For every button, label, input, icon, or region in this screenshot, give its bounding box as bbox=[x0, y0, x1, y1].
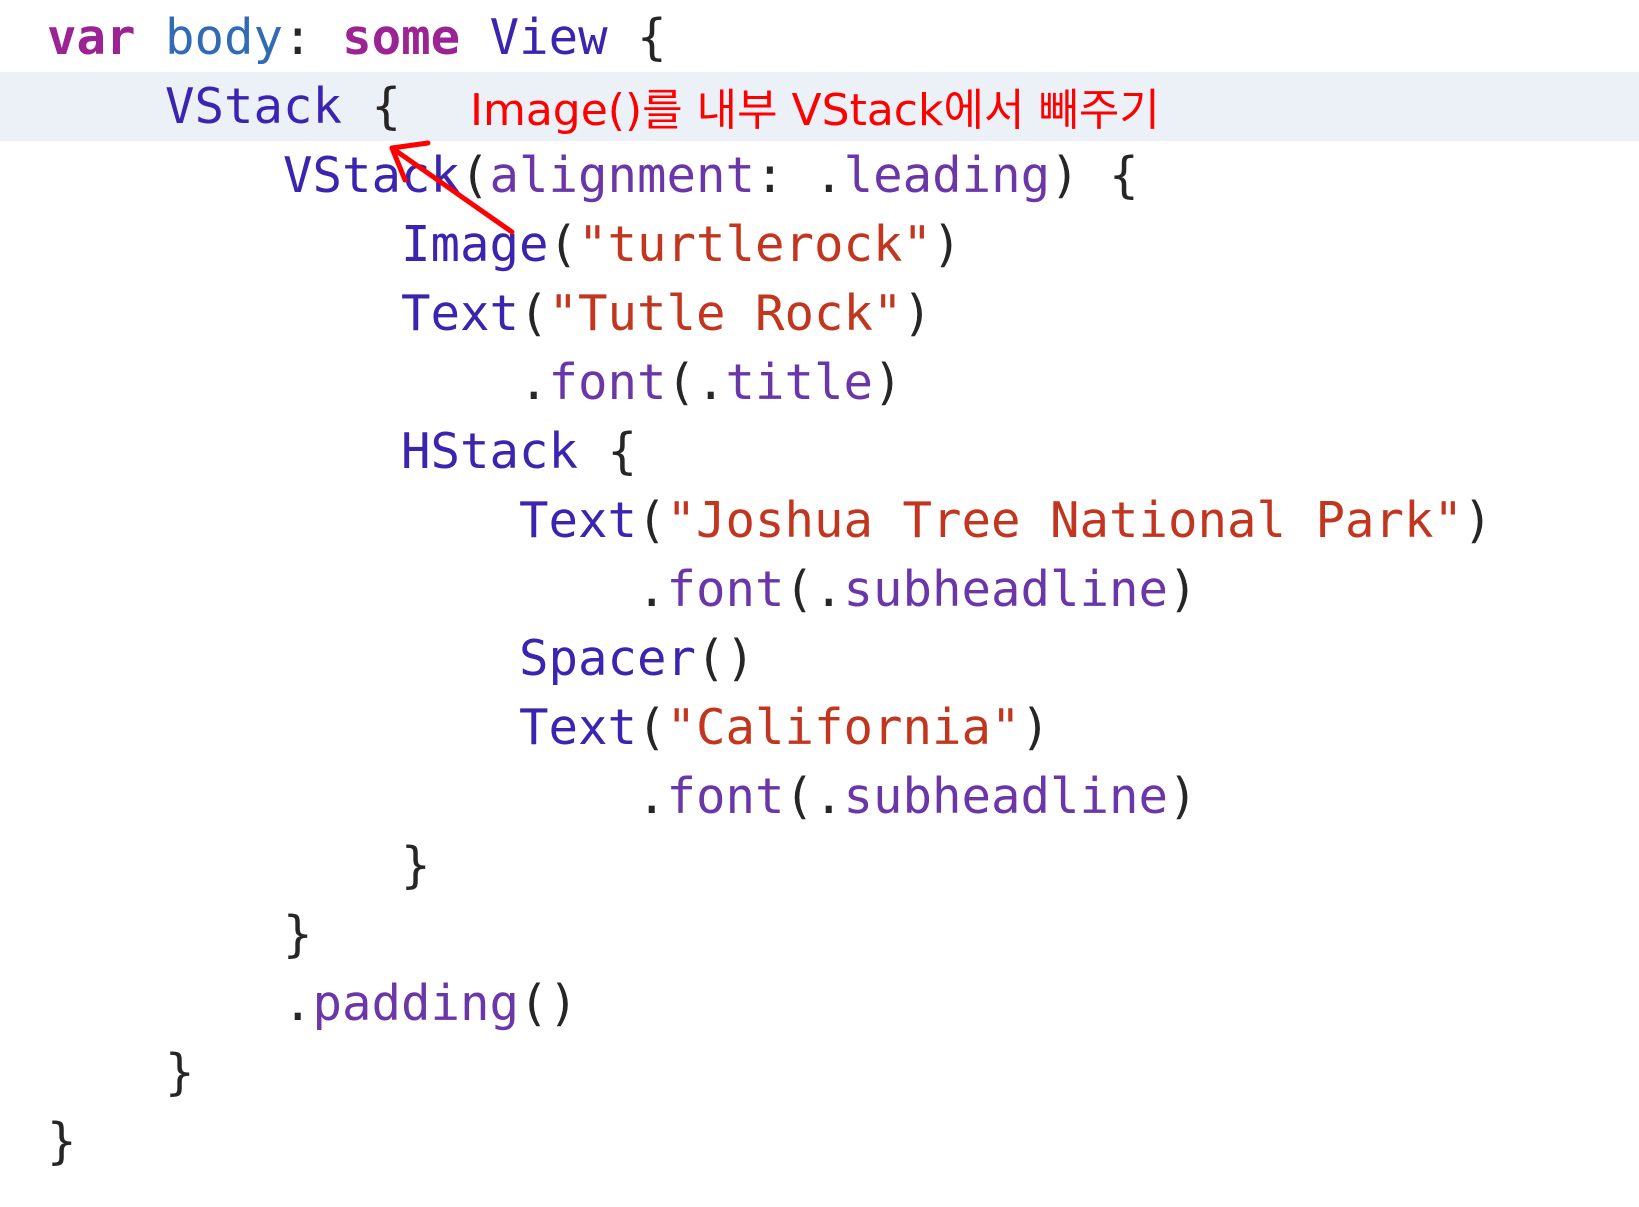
code-token: : bbox=[283, 9, 343, 66]
code-token: Text bbox=[519, 699, 638, 756]
code-token: { bbox=[607, 9, 667, 66]
code-token: . bbox=[47, 561, 667, 618]
code-token: ) bbox=[1168, 561, 1198, 618]
code-token: body bbox=[165, 9, 284, 66]
code-token: ) { bbox=[1050, 147, 1139, 204]
code-token: } bbox=[47, 906, 313, 963]
code-token: "Tutle Rock" bbox=[548, 285, 903, 342]
code-token: ) bbox=[1168, 768, 1198, 825]
code-token: alignment bbox=[489, 147, 756, 204]
code-token: (. bbox=[784, 561, 844, 618]
code-line[interactable]: Text("California") bbox=[0, 693, 1639, 762]
code-token: } bbox=[47, 837, 431, 894]
code-token: ) bbox=[1020, 699, 1051, 756]
code-line[interactable]: Text("Tutle Rock") bbox=[0, 279, 1639, 348]
code-token: () bbox=[696, 630, 756, 687]
code-line[interactable]: } bbox=[0, 900, 1639, 969]
code-line[interactable]: } bbox=[0, 1038, 1639, 1107]
code-line[interactable]: HStack { bbox=[0, 417, 1639, 486]
code-editor[interactable]: var body: some View { VStack { VStack(al… bbox=[0, 0, 1639, 1207]
code-token: ) bbox=[873, 354, 903, 411]
code-token: VStack bbox=[283, 147, 461, 204]
code-token: ( bbox=[637, 492, 667, 549]
code-token: ) bbox=[902, 285, 933, 342]
code-token: "turtlerock" bbox=[578, 216, 933, 273]
code-token: ( bbox=[519, 285, 549, 342]
code-token: font bbox=[666, 561, 785, 618]
code-token: { bbox=[342, 78, 402, 135]
code-line[interactable]: } bbox=[0, 1107, 1639, 1176]
code-line[interactable]: var body: some View { bbox=[0, 3, 1639, 72]
code-line[interactable]: Image("turtlerock") bbox=[0, 210, 1639, 279]
code-token: padding bbox=[312, 975, 520, 1032]
code-token: ( bbox=[637, 699, 667, 756]
annotation-note: Image()를 내부 VStack에서 빼주기 bbox=[470, 85, 1160, 136]
code-token: "Joshua Tree National Park" bbox=[666, 492, 1464, 549]
code-line[interactable]: } bbox=[0, 831, 1639, 900]
code-line[interactable]: .font(.subheadline) bbox=[0, 555, 1639, 624]
code-token: (. bbox=[666, 354, 726, 411]
code-token: ) bbox=[932, 216, 962, 273]
code-token: . bbox=[47, 768, 667, 825]
code-token: "California" bbox=[666, 699, 1021, 756]
code-line[interactable]: Spacer() bbox=[0, 624, 1639, 693]
code-line[interactable]: VStack(alignment: .leading) { bbox=[0, 141, 1639, 210]
code-line[interactable]: Text("Joshua Tree National Park") bbox=[0, 486, 1639, 555]
code-token: font bbox=[548, 354, 667, 411]
code-line[interactable]: .padding() bbox=[0, 969, 1639, 1038]
code-token: . bbox=[47, 975, 313, 1032]
code-token: Image bbox=[401, 216, 549, 273]
code-line[interactable]: .font(.title) bbox=[0, 348, 1639, 417]
code-token: } bbox=[47, 1113, 77, 1170]
code-token: : . bbox=[755, 147, 844, 204]
code-token: () bbox=[519, 975, 579, 1032]
code-token: HStack bbox=[401, 423, 579, 480]
code-token: ( bbox=[460, 147, 490, 204]
code-token: some bbox=[342, 9, 461, 66]
code-token: ) bbox=[1463, 492, 1493, 549]
code-token: Text bbox=[401, 285, 520, 342]
code-token: leading bbox=[843, 147, 1051, 204]
code-token: Spacer bbox=[519, 630, 697, 687]
code-token: Text bbox=[519, 492, 638, 549]
code-token: subheadline bbox=[843, 768, 1169, 825]
code-token: ( bbox=[548, 216, 579, 273]
code-token: { bbox=[578, 423, 638, 480]
code-token: title bbox=[725, 354, 874, 411]
code-token: View bbox=[489, 9, 608, 66]
code-token: (. bbox=[784, 768, 844, 825]
code-token: } bbox=[47, 1044, 195, 1101]
code-token: var bbox=[47, 9, 136, 66]
code-token: subheadline bbox=[843, 561, 1169, 618]
code-token: font bbox=[666, 768, 785, 825]
code-token: VStack bbox=[165, 78, 343, 135]
code-token: . bbox=[47, 354, 549, 411]
code-line[interactable]: .font(.subheadline) bbox=[0, 762, 1639, 831]
